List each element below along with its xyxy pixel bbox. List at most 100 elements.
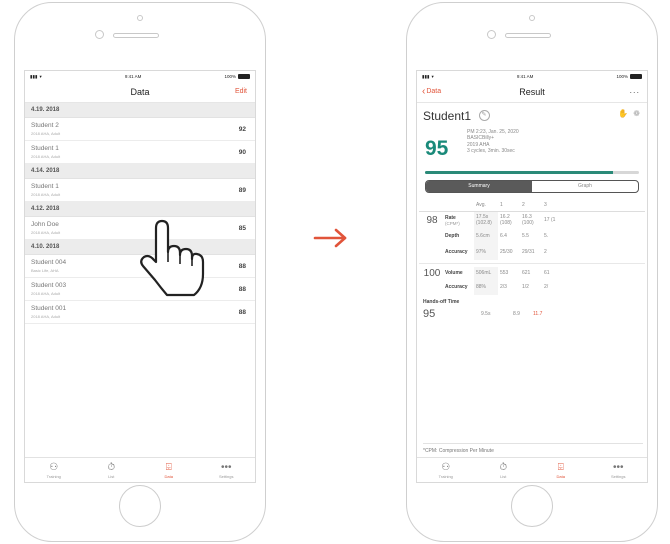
student-name: Student 1 [31,145,59,152]
home-button[interactable] [119,485,161,527]
column-header: 3 [544,202,547,208]
edit-button[interactable]: Edit [235,88,247,95]
metric-name: Rate [445,214,456,221]
more-button[interactable]: ... [629,85,640,95]
cycle-1-value: 16.2 (108) [500,214,512,226]
tab-label: Training [438,473,453,479]
cycle-3-value: 2 [544,249,547,255]
hands-off-avg: 9.5s [481,311,491,317]
metric-label: Volume [445,270,474,276]
lungs-icon: ❁ [633,109,640,118]
wifi-icon: ▾ [431,73,434,79]
category-score: 98 [426,214,438,226]
column-header: 1 [500,202,503,208]
cycle-2-value: 5.5 [522,233,529,239]
segment-graph[interactable]: Graph [532,181,638,192]
hands-off-row: 95 9.5s 8.9 11.7 [423,305,641,323]
score-value: 85 [238,225,246,232]
people-icon: ⚇ [441,461,451,473]
hands-off-section: Hands-off Time 95 9.5s 8.9 11.7 [417,295,647,327]
course-label: 2018 AHA, Adult [31,154,61,159]
back-label: Data [426,88,442,95]
cycle-3-value: 17 (1 [544,217,556,223]
battery-icon [629,74,642,80]
edit-pencil-icon[interactable]: ✎ [478,110,490,122]
page-title: Data [130,87,150,97]
segment-summary[interactable]: Summary [426,181,532,192]
session-meta: PM 2:23, Jan. 25, 2020 BASICBilly+ 2019 AH… [467,129,519,155]
course-label: 2018 AHA, Adult [31,314,61,319]
cycle-2-value: 621 [522,270,531,276]
avg-value: 88% [474,279,498,295]
meta-line: 3 cycles, 3min. 30sec [467,148,515,155]
cycle-1-value: 2/3 [500,284,507,290]
progress-fill [425,171,614,174]
more-icon: ••• [612,461,624,473]
tab-label: List [108,473,115,479]
table-body: 98 Rate (CPM*) 17.5s (102.8) 16.2 (108) 16.3 … [419,212,645,295]
data-icon: ⌹ [557,461,564,473]
phone-frame-result: ▮▮▮ ▾ 9:41 AM 100% ‹ Data Result ... Stude… [406,2,658,542]
camera-dot [137,15,143,21]
battery-percent: 100% [616,73,628,79]
list-item[interactable]: Student 001 2018 AHA, Adult 88 [25,301,255,324]
student-name: Student 001 [31,305,67,312]
front-camera [487,30,496,39]
wifi-icon: ▾ [39,73,42,79]
cycle-1-value: 25/30 [500,249,513,255]
list-item[interactable]: Student 1 2018 AHA, Adult 90 [25,141,255,164]
hands-off-score: 95 [423,308,436,320]
stopwatch-icon: ⏱ [107,461,116,473]
tab-list[interactable]: ⏱ List [475,458,533,482]
tab-data[interactable]: ⌹ Data [532,458,590,482]
category-score: 100 [423,267,441,279]
tab-list[interactable]: ⏱ List [83,458,141,482]
front-camera [95,30,104,39]
student-name: Student 2 [31,122,59,129]
home-button[interactable] [511,485,553,527]
tab-label: Data [164,473,173,479]
metric-label: Depth [445,233,474,239]
cycle-3-value: 61 [544,270,550,276]
metric-unit: (CPM*) [445,220,460,226]
metric-name: Depth [445,233,460,239]
metric-label: Accuracy [445,249,474,255]
speaker-grille [505,33,551,38]
tab-bar: ⚇ Training ⏱ List ⌹ Data ••• Settings [417,457,647,482]
status-bar: ▮▮▮ ▾ 9:41 AM 100% [25,71,255,82]
score-value: 90 [238,149,246,156]
tab-training[interactable]: ⚇ Training [417,458,475,482]
score-block: 95 PM 2:23, Jan. 25, 2020 BASICBilly+ 2019… [417,125,647,171]
tab-training[interactable]: ⚇ Training [25,458,83,482]
tab-settings[interactable]: ••• Settings [590,458,648,482]
list-item[interactable]: Student 1 2018 AHA, Adult 89 [25,179,255,202]
result-table: Avg. 1 2 3 98 Rate (CPM*) 17.5s (102.8) 16.2 (1… [419,199,645,295]
score-value: 88 [238,309,246,316]
date-section-header: 4.19. 2018 [25,103,255,118]
tab-data[interactable]: ⌹ Data [140,458,198,482]
score-progress-bar [425,171,639,174]
stopwatch-icon: ⏱ [499,461,508,473]
back-button[interactable]: ‹ Data [422,87,442,97]
tab-settings[interactable]: ••• Settings [198,458,256,482]
list-item[interactable]: Student 2 2018 AHA, Adult 92 [25,118,255,141]
hand-compression-icon: ✋ [618,109,629,118]
signal-icon: ▮▮▮ [422,73,430,79]
battery-icon [237,74,250,80]
table-row: Accuracy 88% 2/3 1/2 2/ [419,279,645,295]
status-bar: ▮▮▮ ▾ 9:41 AM 100% [417,71,647,82]
table-row: 98 Rate (CPM*) 17.5s (102.8) 16.2 (108) 16.3 … [419,212,645,228]
avg-value: 506mL [474,267,498,279]
cycle-2-value: 16.3 (100) [522,214,534,226]
avg-value: 5.6cm [474,228,498,244]
score-value: 88 [238,286,246,293]
cycle-1-value: 553 [500,270,509,276]
tab-label: Settings [219,473,234,479]
course-label: 2018 AHA, Adult [31,192,61,197]
date-section-header: 4.12. 2018 [25,202,255,217]
metric-name: Accuracy [445,249,468,255]
avg-value: 17.5s (102.8) [474,212,498,228]
signal-icon: ▮▮▮ [30,73,38,79]
arrow-right-icon [313,228,347,248]
metric-label: Accuracy [445,284,474,290]
